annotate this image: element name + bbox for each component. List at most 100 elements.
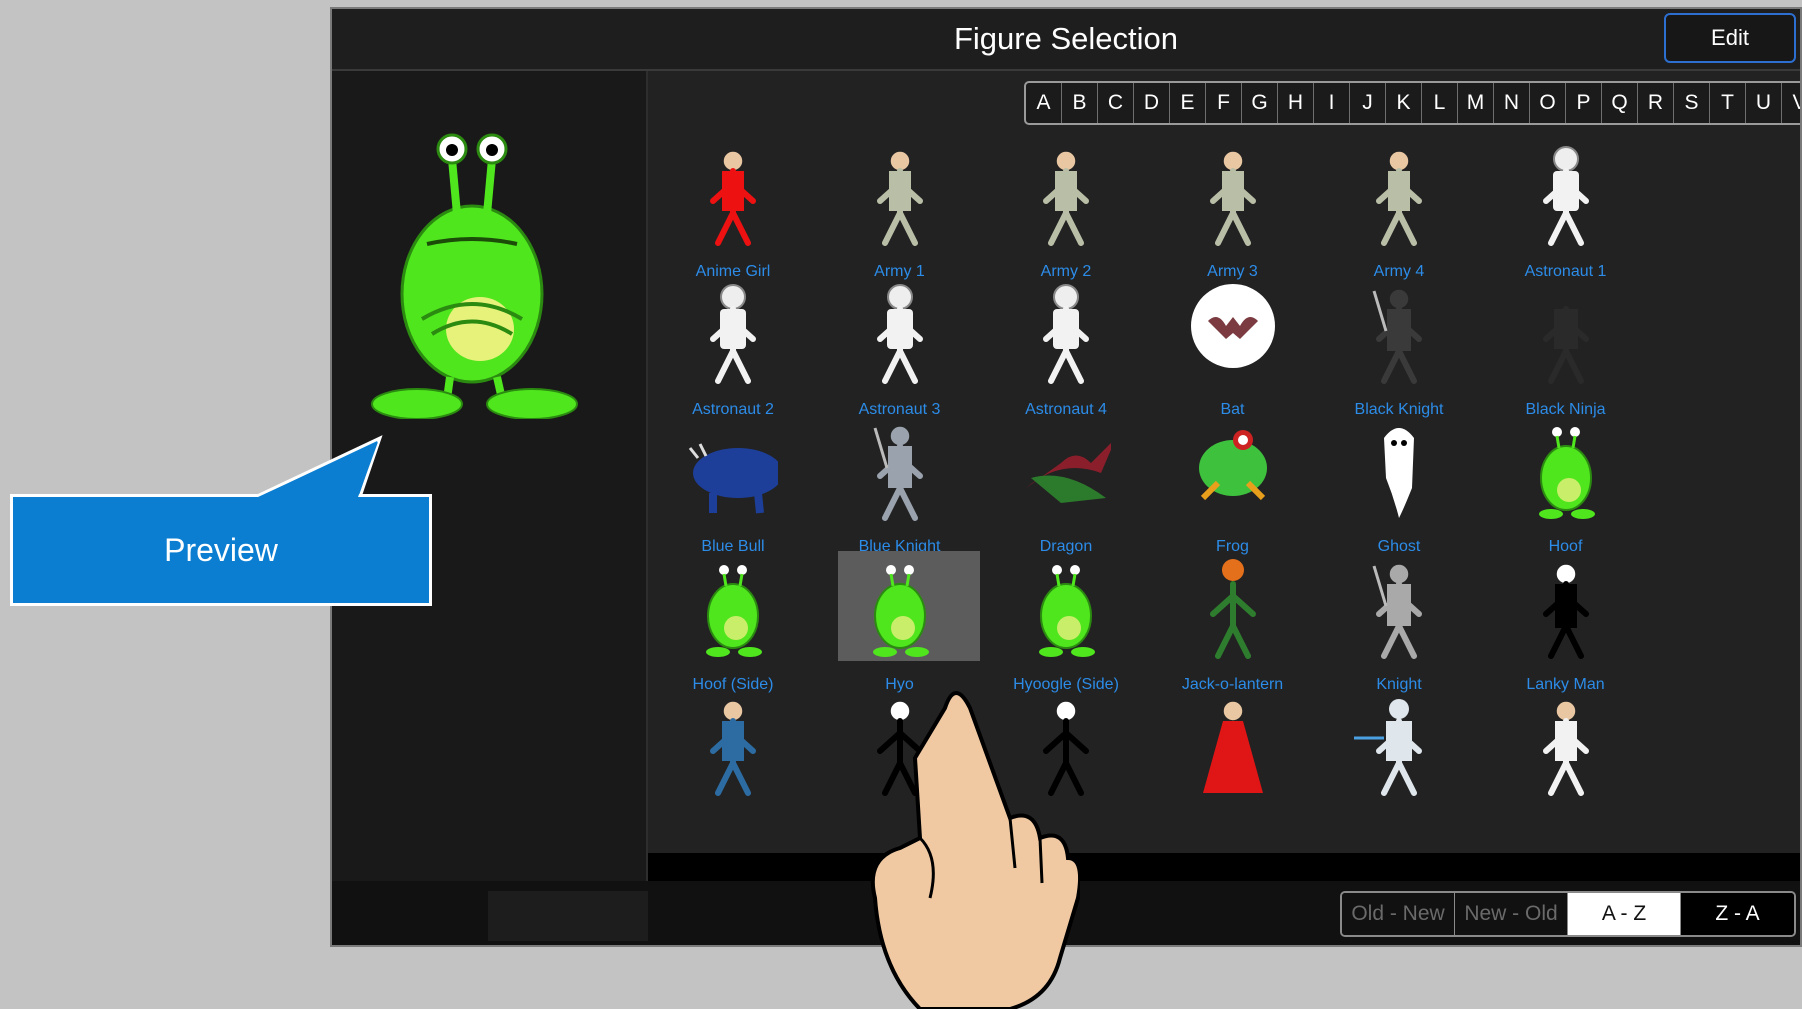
army-soldier-icon [1209, 150, 1256, 246]
pumpkin-man-icon [1209, 558, 1256, 659]
figure-label: Black Ninja [1525, 400, 1606, 418]
figure-item[interactable]: Army 3 [1158, 143, 1308, 293]
knight-icon [1372, 562, 1422, 659]
figure-item[interactable]: Ghost [1324, 418, 1474, 568]
figure-item[interactable]: Anime Girl [658, 143, 808, 293]
alphabet-letter-n[interactable]: N [1494, 83, 1530, 123]
figure-label: Ghost [1377, 538, 1421, 555]
figure-label: Astronaut 4 [1025, 400, 1107, 418]
preview-callout: Preview [10, 494, 432, 606]
astronaut-icon [1542, 146, 1589, 246]
figure-item[interactable]: Frog [1158, 418, 1308, 568]
page-title: Figure Selection [953, 21, 1178, 56]
figure-item[interactable]: Astronaut 4 [991, 281, 1141, 431]
alphabet-letter-d[interactable]: D [1134, 83, 1170, 123]
figure-item[interactable] [1158, 693, 1308, 843]
alien-icon [1538, 427, 1595, 519]
princess-icon [1202, 700, 1263, 793]
anime-girl-icon [710, 150, 756, 246]
figure-label: Jack-o-lantern [1181, 675, 1284, 693]
figure-item[interactable]: Army 4 [1324, 143, 1474, 293]
alphabet-letter-m[interactable]: M [1458, 83, 1494, 123]
astronaut-icon [1043, 283, 1089, 384]
figure-item[interactable] [1324, 693, 1474, 843]
figure-label: Blue Bull [701, 538, 765, 555]
figure-label: Hoof (Side) [692, 675, 774, 693]
figure-item[interactable]: Black Knight [1324, 281, 1474, 431]
figure-label: Astronaut 3 [858, 400, 941, 418]
ghost-icon [1384, 428, 1414, 518]
alphabet-letter-b[interactable]: B [1062, 83, 1098, 123]
pointing-hand-icon [870, 691, 1080, 1009]
man-icon [710, 700, 756, 796]
figure-label: Astronaut 1 [1524, 263, 1607, 280]
figure-item[interactable]: Astronaut 3 [825, 281, 975, 431]
sort-option-a-z[interactable]: A - Z [1568, 893, 1681, 935]
army-soldier-icon [876, 150, 923, 246]
figure-label: Bat [1220, 400, 1245, 418]
sort-option-new-old[interactable]: New - Old [1455, 893, 1568, 935]
figure-item[interactable]: Blue Bull [658, 418, 808, 568]
army-soldier-icon [1043, 150, 1089, 246]
figure-label: Anime Girl [695, 263, 771, 280]
figure-label: Knight [1376, 675, 1422, 693]
callout-label: Preview [164, 531, 278, 568]
floor-strip [648, 853, 1800, 883]
edit-button[interactable]: Edit [1664, 13, 1796, 63]
figure-label: Army 2 [1040, 263, 1092, 280]
figure-item[interactable]: Astronaut 1 [1491, 143, 1641, 293]
figure-item[interactable]: Army 1 [825, 143, 975, 293]
sort-option-z-a[interactable]: Z - A [1681, 893, 1794, 935]
alphabet-letter-f[interactable]: F [1206, 83, 1242, 123]
bottom-panel [488, 891, 648, 941]
alphabet-letter-e[interactable]: E [1170, 83, 1206, 123]
figure-item[interactable] [1491, 693, 1641, 843]
alphabet-letter-a[interactable]: A [1026, 83, 1062, 123]
alphabet-letter-s[interactable]: S [1674, 83, 1710, 123]
alphabet-letter-p[interactable]: P [1566, 83, 1602, 123]
preview-pane [332, 71, 648, 881]
mummy-icon [1542, 700, 1589, 796]
figure-label: Astronaut 2 [692, 400, 774, 418]
alphabet-index-bar: ABCDEFGHIJKLMNOPQRSTUVWXYZ- [1024, 81, 1800, 125]
bat-icon [1190, 283, 1275, 368]
astronaut-icon [876, 283, 923, 384]
alphabet-letter-q[interactable]: Q [1602, 83, 1638, 123]
figure-item[interactable]: Blue Knight [825, 418, 975, 568]
astronaut-icon [710, 283, 756, 384]
frog-icon [1198, 430, 1267, 501]
figure-item[interactable]: Hoof (Side) [658, 556, 808, 706]
alphabet-letter-c[interactable]: C [1098, 83, 1134, 123]
figure-label: Black Knight [1354, 400, 1444, 418]
figure-item[interactable]: Bat [1158, 281, 1308, 431]
knight-icon [1372, 287, 1422, 384]
alphabet-letter-j[interactable]: J [1350, 83, 1386, 123]
alien-icon [706, 564, 762, 657]
alphabet-letter-i[interactable]: I [1314, 83, 1350, 123]
alphabet-letter-t[interactable]: T [1710, 83, 1746, 123]
alphabet-letter-o[interactable]: O [1530, 83, 1566, 123]
figure-item[interactable] [658, 693, 808, 843]
alphabet-letter-h[interactable]: H [1278, 83, 1314, 123]
figure-item[interactable]: Army 2 [991, 143, 1141, 293]
figure-item[interactable]: Knight [1324, 556, 1474, 706]
alphabet-letter-k[interactable]: K [1386, 83, 1422, 123]
figure-item[interactable]: Dragon [991, 418, 1141, 568]
figure-item[interactable]: Black Ninja [1491, 281, 1641, 431]
figure-item[interactable]: Jack-o-lantern [1158, 556, 1308, 706]
figure-item[interactable]: Lanky Man [1491, 556, 1641, 706]
alphabet-letter-r[interactable]: R [1638, 83, 1674, 123]
figure-grid-pane: ABCDEFGHIJKLMNOPQRSTUVWXYZ- Anime Girl Ar… [648, 71, 1800, 883]
knight-icon [873, 425, 923, 521]
alien-icon [872, 564, 929, 657]
alphabet-letter-v[interactable]: V [1782, 83, 1800, 123]
sort-option-old-new[interactable]: Old - New [1342, 893, 1455, 935]
alphabet-letter-l[interactable]: L [1422, 83, 1458, 123]
figure-item[interactable]: Astronaut 2 [658, 281, 808, 431]
alphabet-letter-g[interactable]: G [1242, 83, 1278, 123]
army-soldier-icon [1376, 150, 1422, 246]
figure-label: Frog [1216, 538, 1249, 555]
figure-item[interactable]: Hoof [1491, 418, 1641, 568]
alphabet-letter-u[interactable]: U [1746, 83, 1782, 123]
sort-segmented-control: Old - New New - Old A - ZZ - A [1340, 891, 1796, 937]
